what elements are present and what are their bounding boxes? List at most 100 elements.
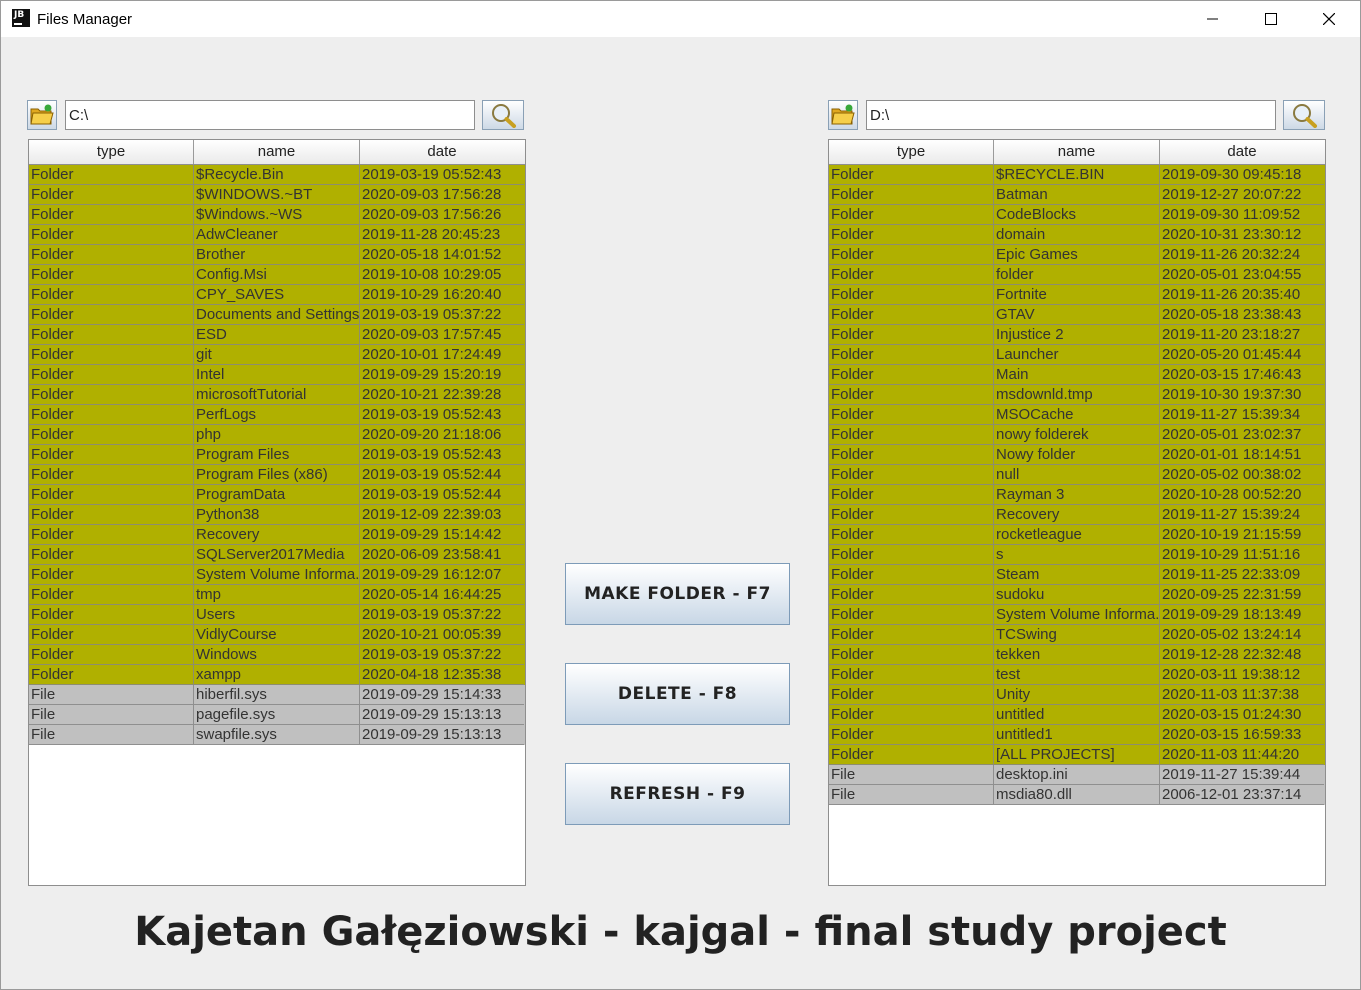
table-row[interactable]: Folder Recovery 2019-09-29 15:14:42 (29, 525, 525, 545)
cell-name: Python38 (194, 505, 360, 525)
table-row[interactable]: Folder nowy folderek 2020-05-01 23:02:37 (829, 425, 1325, 445)
table-row[interactable]: Folder Documents and Settings 2019-03-19 0… (29, 305, 525, 325)
table-row[interactable]: Folder $Windows.~WS 2020-09-03 17:56:26 (29, 205, 525, 225)
table-row[interactable]: Folder ESD 2020-09-03 17:57:45 (29, 325, 525, 345)
cell-date: 2020-05-20 01:45:44 (1160, 345, 1324, 365)
table-row[interactable]: Folder Unity 2020-11-03 11:37:38 (829, 685, 1325, 705)
table-row[interactable]: Folder Intel 2019-09-29 15:20:19 (29, 365, 525, 385)
table-row[interactable]: Folder tmp 2020-05-14 16:44:25 (29, 585, 525, 605)
cell-name: Documents and Settings (194, 305, 360, 325)
minimize-button[interactable] (1184, 1, 1242, 37)
cell-name: CPY_SAVES (194, 285, 360, 305)
left-path-input[interactable] (65, 100, 475, 130)
table-row[interactable]: Folder folder 2020-05-01 23:04:55 (829, 265, 1325, 285)
header-name[interactable]: name (994, 140, 1160, 164)
cell-type: Folder (829, 345, 994, 365)
table-row[interactable]: Folder sudoku 2020-09-25 22:31:59 (829, 585, 1325, 605)
table-row[interactable]: Folder untitled 2020-03-15 01:24:30 (829, 705, 1325, 725)
table-row[interactable]: Folder tekken 2019-12-28 22:32:48 (829, 645, 1325, 665)
left-search-button[interactable] (482, 100, 524, 130)
table-row[interactable]: Folder ProgramData 2019-03-19 05:52:44 (29, 485, 525, 505)
table-row[interactable]: Folder untitled1 2020-03-15 16:59:33 (829, 725, 1325, 745)
table-row[interactable]: File pagefile.sys 2019-09-29 15:13:13 (29, 705, 525, 725)
cell-date: 2020-05-02 13:24:14 (1160, 625, 1324, 645)
left-open-folder-button[interactable] (27, 100, 57, 130)
table-row[interactable]: Folder $Recycle.Bin 2019-03-19 05:52:43 (29, 165, 525, 185)
header-type[interactable]: type (829, 140, 994, 164)
table-row[interactable]: Folder Fortnite 2019-11-26 20:35:40 (829, 285, 1325, 305)
cell-type: Folder (829, 645, 994, 665)
cell-name: Nowy folder (994, 445, 1160, 465)
table-row[interactable]: Folder Rayman 3 2020-10-28 00:52:20 (829, 485, 1325, 505)
table-row[interactable]: Folder test 2020-03-11 19:38:12 (829, 665, 1325, 685)
table-row[interactable]: Folder System Volume Informa... 2019-09-29… (829, 605, 1325, 625)
table-row[interactable]: Folder microsoftTutorial 2020-10-21 22:39:… (29, 385, 525, 405)
cell-type: Folder (29, 545, 194, 565)
header-type[interactable]: type (29, 140, 194, 164)
table-row[interactable]: Folder GTAV 2020-05-18 23:38:43 (829, 305, 1325, 325)
table-row[interactable]: Folder Batman 2019-12-27 20:07:22 (829, 185, 1325, 205)
cell-name: CodeBlocks (994, 205, 1160, 225)
footer-credit: Kajetan Gałęziowski - kajgal - final stu… (134, 909, 1227, 955)
close-button[interactable] (1300, 1, 1358, 37)
maximize-button[interactable] (1242, 1, 1300, 37)
make-folder-button[interactable]: MAKE FOLDER - F7 (565, 563, 790, 625)
table-row[interactable]: Folder git 2020-10-01 17:24:49 (29, 345, 525, 365)
table-row[interactable]: Folder MSOCache 2019-11-27 15:39:34 (829, 405, 1325, 425)
table-row[interactable]: Folder Program Files (x86) 2019-03-19 05:5… (29, 465, 525, 485)
cell-date: 2019-11-27 15:39:34 (1160, 405, 1324, 425)
table-row[interactable]: Folder Launcher 2020-05-20 01:45:44 (829, 345, 1325, 365)
table-row[interactable]: Folder PerfLogs 2019-03-19 05:52:43 (29, 405, 525, 425)
right-path-input[interactable] (866, 100, 1276, 130)
table-row[interactable]: Folder Program Files 2019-03-19 05:52:43 (29, 445, 525, 465)
table-row[interactable]: Folder SQLServer2017Media 2020-06-09 23:58… (29, 545, 525, 565)
table-row[interactable]: Folder CodeBlocks 2019-09-30 11:09:52 (829, 205, 1325, 225)
cell-name: GTAV (994, 305, 1160, 325)
cell-name: Intel (194, 365, 360, 385)
delete-button[interactable]: DELETE - F8 (565, 663, 790, 725)
table-row[interactable]: Folder CPY_SAVES 2019-10-29 16:20:40 (29, 285, 525, 305)
table-row[interactable]: Folder xampp 2020-04-18 12:35:38 (29, 665, 525, 685)
table-row[interactable]: Folder $WINDOWS.~BT 2020-09-03 17:56:28 (29, 185, 525, 205)
refresh-button[interactable]: REFRESH - F9 (565, 763, 790, 825)
header-date[interactable]: date (1160, 140, 1324, 164)
table-row[interactable]: Folder Injustice 2 2019-11-20 23:18:27 (829, 325, 1325, 345)
table-row[interactable]: Folder [ALL PROJECTS] 2020-11-03 11:44:20 (829, 745, 1325, 765)
table-row[interactable]: Folder Config.Msi 2019-10-08 10:29:05 (29, 265, 525, 285)
right-open-folder-button[interactable] (828, 100, 858, 130)
table-row[interactable]: File swapfile.sys 2019-09-29 15:13:13 (29, 725, 525, 745)
table-row[interactable]: Folder Recovery 2019-11-27 15:39:24 (829, 505, 1325, 525)
table-row[interactable]: Folder Main 2020-03-15 17:46:43 (829, 365, 1325, 385)
table-row[interactable]: Folder $RECYCLE.BIN 2019-09-30 09:45:18 (829, 165, 1325, 185)
table-row[interactable]: File desktop.ini 2019-11-27 15:39:44 (829, 765, 1325, 785)
table-row[interactable]: Folder php 2020-09-20 21:18:06 (29, 425, 525, 445)
table-row[interactable]: Folder Epic Games 2019-11-26 20:32:24 (829, 245, 1325, 265)
table-row[interactable]: Folder AdwCleaner 2019-11-28 20:45:23 (29, 225, 525, 245)
cell-type: Folder (829, 385, 994, 405)
table-row[interactable]: Folder VidlyCourse 2020-10-21 00:05:39 (29, 625, 525, 645)
table-row[interactable]: Folder System Volume Informa... 2019-09-29… (29, 565, 525, 585)
table-row[interactable]: Folder Brother 2020-05-18 14:01:52 (29, 245, 525, 265)
cell-date: 2020-03-15 01:24:30 (1160, 705, 1324, 725)
table-row[interactable]: Folder Steam 2019-11-25 22:33:09 (829, 565, 1325, 585)
right-search-button[interactable] (1283, 100, 1325, 130)
table-row[interactable]: Folder msdownld.tmp 2019-10-30 19:37:30 (829, 385, 1325, 405)
table-row[interactable]: Folder Python38 2019-12-09 22:39:03 (29, 505, 525, 525)
table-row[interactable]: Folder Windows 2019-03-19 05:37:22 (29, 645, 525, 665)
header-name[interactable]: name (194, 140, 360, 164)
table-row[interactable]: Folder s 2019-10-29 11:51:16 (829, 545, 1325, 565)
cell-date: 2019-11-28 20:45:23 (360, 225, 524, 245)
table-row[interactable]: Folder null 2020-05-02 00:38:02 (829, 465, 1325, 485)
table-row[interactable]: Folder domain 2020-10-31 23:30:12 (829, 225, 1325, 245)
cell-type: Folder (29, 565, 194, 585)
table-row[interactable]: Folder TCSwing 2020-05-02 13:24:14 (829, 625, 1325, 645)
header-date[interactable]: date (360, 140, 524, 164)
table-row[interactable]: Folder Nowy folder 2020-01-01 18:14:51 (829, 445, 1325, 465)
table-row[interactable]: File msdia80.dll 2006-12-01 23:37:14 (829, 785, 1325, 805)
table-row[interactable]: Folder rocketleague 2020-10-19 21:15:59 (829, 525, 1325, 545)
table-row[interactable]: File hiberfil.sys 2019-09-29 15:14:33 (29, 685, 525, 705)
cell-type: Folder (29, 585, 194, 605)
cell-name: Epic Games (994, 245, 1160, 265)
cell-name: xampp (194, 665, 360, 685)
table-row[interactable]: Folder Users 2019-03-19 05:37:22 (29, 605, 525, 625)
